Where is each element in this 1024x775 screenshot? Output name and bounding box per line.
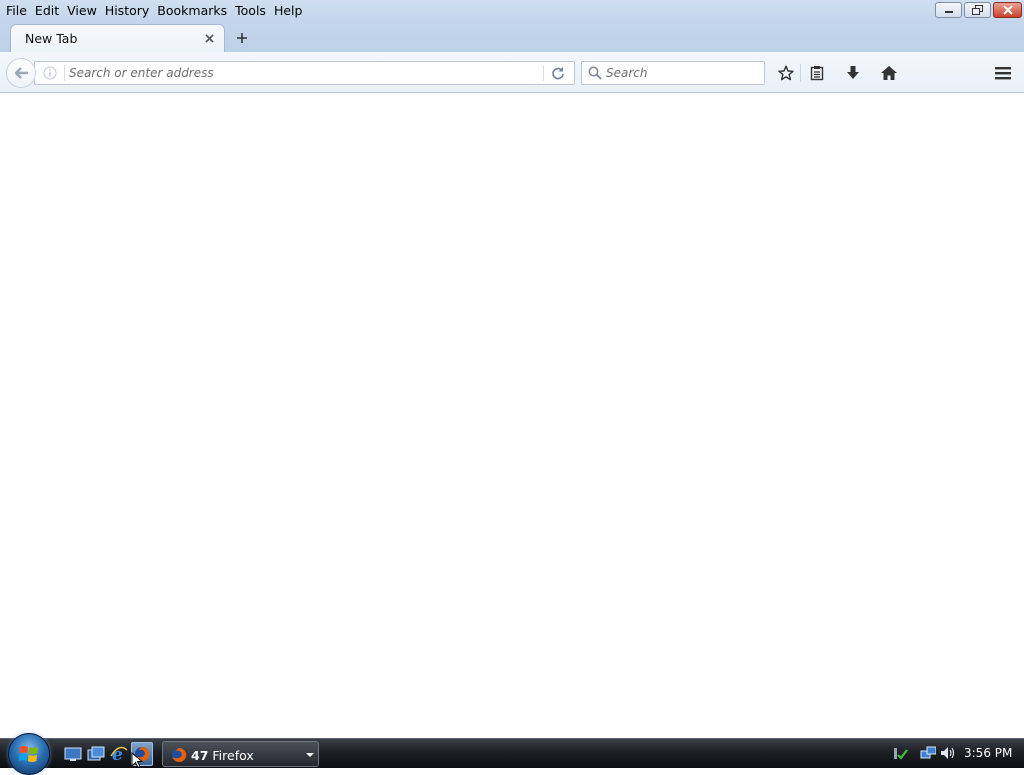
close-icon xyxy=(1002,5,1013,15)
url-separator xyxy=(64,65,65,81)
minimize-button[interactable] xyxy=(935,2,962,18)
tray-security-icon[interactable] xyxy=(892,745,908,761)
switch-windows-icon xyxy=(87,746,105,761)
home-icon xyxy=(881,66,897,80)
back-arrow-icon xyxy=(14,67,28,79)
firefox-icon xyxy=(171,747,187,766)
tab-close-button[interactable] xyxy=(202,31,216,45)
taskbar-window-count: 47 xyxy=(191,748,209,763)
system-clock[interactable]: 3:56 PM xyxy=(964,746,1012,760)
start-button[interactable] xyxy=(8,733,50,775)
menu-view[interactable]: View xyxy=(63,1,101,21)
new-tab-button[interactable] xyxy=(233,29,251,47)
page-content xyxy=(0,93,1024,738)
restore-icon xyxy=(971,5,983,15)
restore-button[interactable] xyxy=(964,2,991,18)
menu-edit[interactable]: Edit xyxy=(31,1,63,21)
reload-button[interactable] xyxy=(549,65,567,81)
downloads-button[interactable] xyxy=(841,62,865,84)
back-button[interactable] xyxy=(6,58,36,88)
address-input[interactable] xyxy=(69,64,539,82)
menu-history[interactable]: History xyxy=(101,1,153,21)
mouse-cursor-icon xyxy=(131,752,143,768)
minimize-icon xyxy=(944,11,953,13)
menu-help[interactable]: Help xyxy=(270,1,307,21)
tray-network-icon[interactable] xyxy=(920,745,936,761)
tray-volume-icon[interactable] xyxy=(939,745,955,761)
windows-logo-icon xyxy=(18,746,38,762)
internet-explorer-icon: e xyxy=(110,745,128,763)
menu-bar: File Edit View History Bookmarks Tools H… xyxy=(0,0,1024,22)
menu-tools[interactable]: Tools xyxy=(231,1,270,21)
clipboard-icon xyxy=(810,66,824,81)
quicklaunch-show-desktop[interactable] xyxy=(64,745,82,763)
toolbar-separator xyxy=(800,64,801,82)
search-bar[interactable] xyxy=(581,61,765,85)
open-menu-button[interactable] xyxy=(991,62,1015,84)
taskbar-firefox-group[interactable]: 47 Firefox xyxy=(162,741,319,767)
tab-title: New Tab xyxy=(25,31,78,46)
bookmark-star-button[interactable] xyxy=(774,62,798,84)
hamburger-menu-icon xyxy=(995,67,1011,80)
navigation-toolbar xyxy=(0,52,1024,93)
taskbar-firefox-label: 47 Firefox xyxy=(191,748,254,763)
search-icon xyxy=(588,66,602,83)
quicklaunch-switch-windows[interactable] xyxy=(87,745,105,763)
menu-bookmarks[interactable]: Bookmarks xyxy=(153,1,231,21)
reload-icon xyxy=(552,67,564,80)
search-input[interactable] xyxy=(606,64,756,82)
bookmarks-menu-button[interactable] xyxy=(805,62,829,84)
star-icon xyxy=(778,65,794,81)
close-button[interactable] xyxy=(993,2,1022,18)
close-icon xyxy=(204,33,214,43)
quicklaunch-internet-explorer[interactable]: e xyxy=(110,745,128,763)
info-icon[interactable] xyxy=(43,66,57,80)
tab-strip: New Tab xyxy=(0,22,1024,52)
dropdown-arrow-icon xyxy=(306,753,314,757)
home-button[interactable] xyxy=(877,62,901,84)
taskbar: e 47 Firefox 3:56 PM xyxy=(0,733,1024,775)
tab-new-tab[interactable]: New Tab xyxy=(10,24,225,52)
window-controls xyxy=(935,2,1022,18)
taskbar-app-name: Firefox xyxy=(212,748,254,763)
menu-file[interactable]: File xyxy=(2,1,31,21)
url-bar[interactable] xyxy=(34,61,575,85)
reload-separator xyxy=(543,65,544,81)
download-arrow-icon xyxy=(847,66,859,79)
plus-icon xyxy=(237,33,247,43)
show-desktop-icon xyxy=(64,747,82,761)
